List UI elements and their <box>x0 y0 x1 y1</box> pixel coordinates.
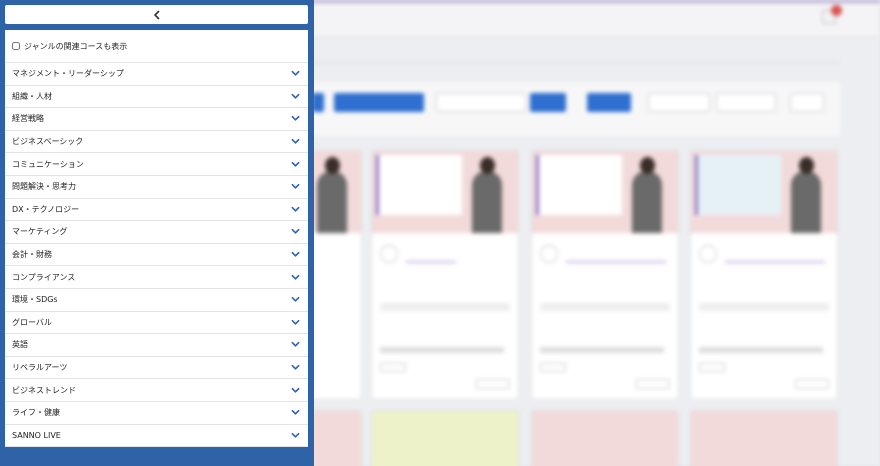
category-label: リベラルアーツ <box>12 363 68 373</box>
background-course-card <box>371 410 519 466</box>
category-label: コンプライアンス <box>12 272 76 282</box>
chevron-down-icon <box>291 387 300 393</box>
chevron-down-icon <box>291 297 300 302</box>
category-label: マネジメント・リーダーシップ <box>12 69 124 79</box>
genre-side-panel: ジャンルの関連コースも表示 マネジメント・リーダーシップ 組織・人材経営戦略ビジネ… <box>0 0 314 466</box>
background-course-card <box>690 150 838 400</box>
chevron-down-icon <box>291 274 300 280</box>
category-item[interactable]: 環境・SDGs <box>5 289 308 312</box>
category-item[interactable]: グローバル <box>5 312 308 335</box>
category-label: ビジネストレンド <box>12 385 76 395</box>
chevron-down-icon <box>291 251 300 257</box>
category-label: 組織・人材 <box>12 91 52 101</box>
category-item[interactable]: ライフ・健康 <box>5 402 308 425</box>
background-course-card <box>690 410 838 466</box>
background-course-card <box>531 150 679 400</box>
category-list: マネジメント・リーダーシップ 組織・人材経営戦略ビジネスベーシック コミュニケーショ… <box>5 63 308 448</box>
genre-list: ジャンルの関連コースも表示 マネジメント・リーダーシップ 組織・人材経営戦略ビジネ… <box>5 30 308 448</box>
related-courses-label[interactable]: ジャンルの関連コースも表示 <box>24 41 127 52</box>
chevron-down-icon <box>291 364 300 370</box>
category-label: ビジネスベーシック <box>12 137 84 147</box>
chevron-down-icon <box>291 229 300 235</box>
category-item[interactable]: リベラルアーツ <box>5 357 308 380</box>
background-tab-line <box>310 62 840 63</box>
category-item[interactable]: 問題解決・思考力 <box>5 176 308 199</box>
background-course-card <box>371 150 519 400</box>
related-courses-checkbox[interactable] <box>12 42 20 50</box>
category-item[interactable]: ビジネスベーシック <box>5 131 308 154</box>
category-label: 環境・SDGs <box>12 295 58 305</box>
category-label: マーケティング <box>12 227 68 237</box>
background-view-toggle <box>790 93 824 112</box>
chevron-down-icon <box>291 116 300 122</box>
category-label: 経営戦略 <box>12 114 44 124</box>
category-item[interactable]: コンプライアンス <box>5 266 308 289</box>
category-item[interactable]: マーケティング <box>5 221 308 244</box>
chevron-down-icon <box>291 71 300 76</box>
chevron-down-icon <box>291 432 300 438</box>
background-search-field <box>436 93 526 112</box>
category-label: ライフ・健康 <box>12 408 60 418</box>
chevron-left-icon <box>153 10 159 19</box>
category-label: SANNO LIVE <box>12 430 61 440</box>
cart-badge <box>831 5 842 16</box>
background-sort-button <box>648 93 710 112</box>
category-label: 英語 <box>12 340 28 350</box>
category-item[interactable]: マネジメント・リーダーシップ <box>5 63 308 86</box>
category-item[interactable]: ビジネストレンド <box>5 379 308 402</box>
chevron-down-icon <box>291 342 300 348</box>
chevron-down-icon <box>291 206 300 212</box>
category-item[interactable]: DX・テクノロジー <box>5 199 308 222</box>
category-item[interactable]: SANNO LIVE <box>5 425 308 448</box>
category-label: 問題解決・思考力 <box>12 182 76 192</box>
background-clear-button <box>587 93 631 112</box>
category-item[interactable]: コミュニケーション <box>5 153 308 176</box>
category-item[interactable]: 英語 <box>5 334 308 357</box>
category-label: DX・テクノロジー <box>12 204 80 214</box>
background-course-card <box>531 410 679 466</box>
category-item[interactable]: 会計・財務 <box>5 244 308 267</box>
category-item[interactable]: 経営戦略 <box>5 108 308 131</box>
category-item[interactable]: 組織・人材 <box>5 86 308 109</box>
background-dropdown <box>334 93 424 112</box>
related-courses-option: ジャンルの関連コースも表示 <box>5 30 308 63</box>
chevron-down-icon <box>291 319 300 325</box>
chevron-down-icon <box>291 410 300 415</box>
chevron-down-icon <box>291 161 300 167</box>
panel-back-button[interactable] <box>5 5 308 24</box>
chevron-down-icon <box>291 93 300 99</box>
category-label: 会計・財務 <box>12 250 52 260</box>
background-sort-button <box>716 93 776 112</box>
chevron-down-icon <box>291 184 300 189</box>
chevron-down-icon <box>291 138 300 144</box>
category-label: コミュニケーション <box>12 159 84 169</box>
background-search-button <box>530 93 566 112</box>
category-label: グローバル <box>12 317 52 327</box>
